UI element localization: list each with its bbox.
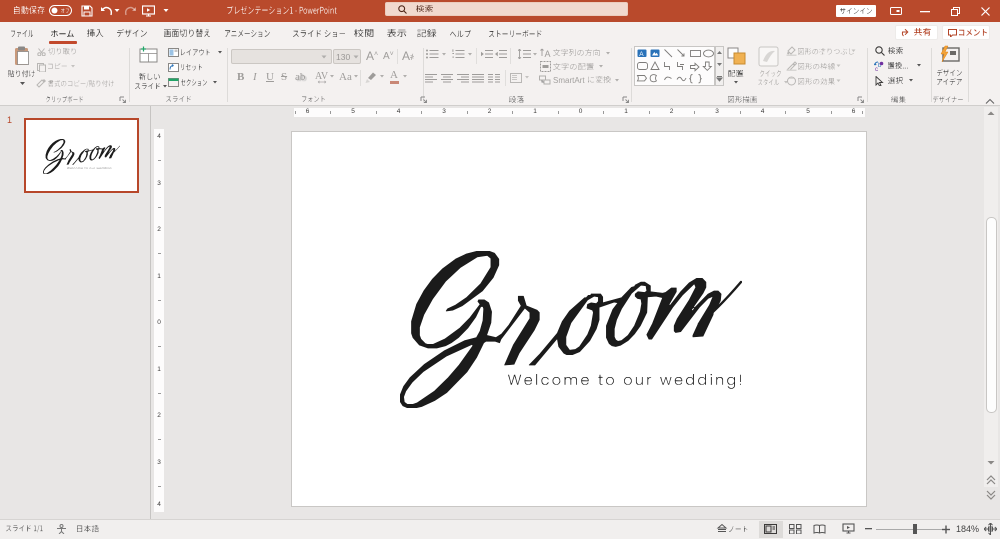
svg-text:A: A <box>639 51 644 58</box>
svg-text:c: c <box>875 67 878 71</box>
svg-text:A: A <box>545 49 551 58</box>
